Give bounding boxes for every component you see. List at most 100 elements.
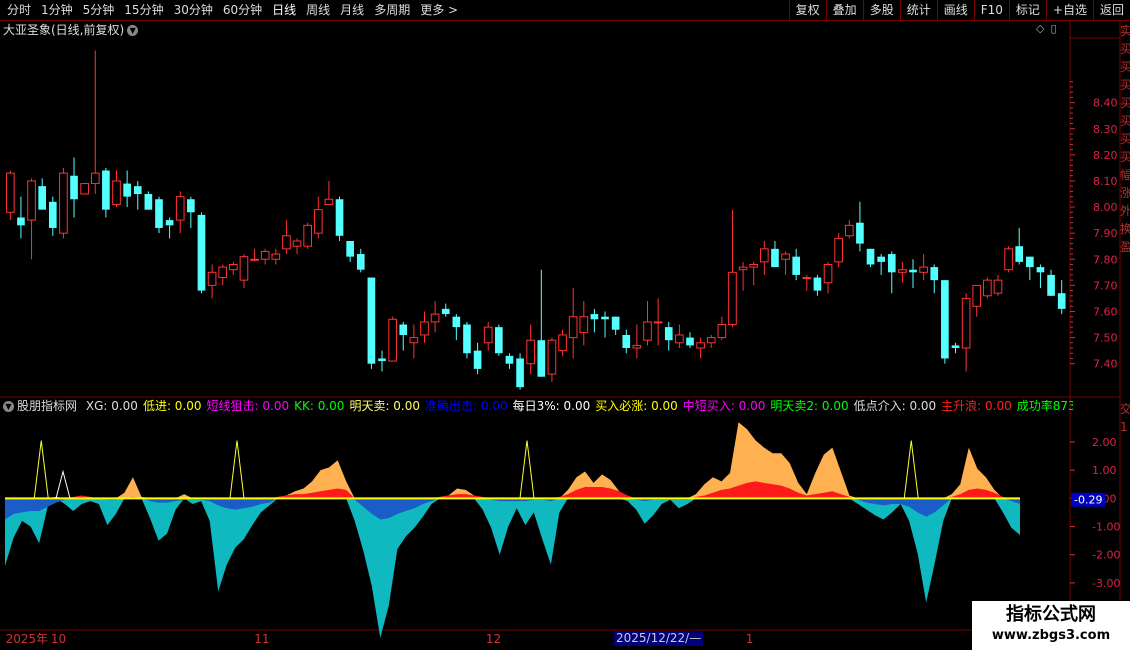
date-cursor-label: 2025/12/22/— bbox=[614, 631, 704, 646]
candle-body bbox=[1004, 248, 1013, 271]
candle-body bbox=[632, 344, 642, 349]
candle-body bbox=[239, 256, 249, 281]
signal-spike bbox=[33, 440, 49, 499]
cyan-negative-area bbox=[5, 498, 1020, 638]
price-chart[interactable]: 7.40 7.50 7.60 7.70 7.80 7.90 8.00 8.10 8.20 8.30… bbox=[0, 0, 1130, 650]
candle-body bbox=[738, 266, 748, 271]
candle-body bbox=[80, 183, 89, 195]
indicator-value-10: 低点介入: 0.00 bbox=[853, 399, 937, 413]
candle-body bbox=[1026, 256, 1034, 268]
date-label: 10 bbox=[50, 632, 67, 646]
candle-body bbox=[102, 170, 110, 210]
candle-body bbox=[909, 269, 917, 273]
watermark: 指标公式网 www.zbgs3.com bbox=[972, 601, 1130, 650]
indicator-value-6: 每日3%: 0.00 bbox=[512, 399, 591, 413]
candle-body bbox=[675, 334, 684, 344]
candle-body bbox=[526, 339, 536, 365]
indicator-tick-label: 2.00 bbox=[1092, 436, 1117, 449]
candle-body bbox=[579, 316, 589, 333]
candle-body bbox=[123, 183, 131, 197]
quote-panel-char: 涨 bbox=[1120, 186, 1130, 200]
candle-body bbox=[898, 269, 907, 273]
candle-body bbox=[961, 297, 971, 349]
quote-panel-char: 买 bbox=[1120, 42, 1130, 56]
price-tick-label: 7.70 bbox=[1093, 279, 1118, 292]
price-tick-label: 8.10 bbox=[1093, 175, 1118, 188]
price-tick-label: 7.80 bbox=[1093, 253, 1118, 266]
candle-body bbox=[356, 254, 365, 270]
candle-body bbox=[547, 339, 557, 375]
price-tick-label: 8.30 bbox=[1093, 123, 1118, 136]
candle-body bbox=[696, 342, 705, 349]
candle-body bbox=[175, 196, 185, 221]
price-tick-label: 7.90 bbox=[1093, 227, 1118, 240]
indicator-value-2: 短线狙击: 0.00 bbox=[206, 399, 290, 413]
quote-panel-char: 1 bbox=[1120, 420, 1128, 434]
date-label: 1 bbox=[745, 632, 754, 646]
candle-body bbox=[17, 217, 25, 226]
candle-body bbox=[452, 316, 461, 328]
candle-body bbox=[887, 254, 896, 273]
indicator-tick-label: 1.00 bbox=[1092, 464, 1117, 477]
signal-spike bbox=[903, 440, 919, 499]
candle-body bbox=[590, 314, 599, 320]
candle-body bbox=[844, 224, 854, 237]
signal-spike bbox=[55, 469, 71, 499]
candle-body bbox=[802, 277, 812, 280]
candle-body bbox=[993, 279, 1003, 294]
price-tick-label: 8.40 bbox=[1093, 97, 1118, 110]
indicator-value-0: XG: 0.00 bbox=[85, 399, 138, 413]
candle-body bbox=[197, 214, 206, 291]
indicator-value-1: 低进: 0.00 bbox=[142, 399, 202, 413]
indicator-value-7: 买入必涨: 0.00 bbox=[595, 399, 678, 413]
candle-body bbox=[229, 263, 238, 271]
candle-body bbox=[399, 324, 408, 335]
candle-body bbox=[59, 172, 68, 234]
candle-body bbox=[516, 358, 524, 388]
quote-panel-char: 买 bbox=[1120, 96, 1130, 110]
candle-body bbox=[601, 316, 609, 320]
candle-body bbox=[877, 256, 885, 262]
date-label: 2025年 bbox=[5, 632, 49, 646]
candle-body bbox=[941, 280, 949, 359]
candle-body bbox=[749, 263, 759, 268]
price-tick-label: 8.00 bbox=[1093, 201, 1118, 214]
candle-body bbox=[823, 263, 833, 284]
candle-body bbox=[505, 355, 514, 364]
candle-body bbox=[260, 250, 270, 260]
candle-body bbox=[537, 340, 546, 377]
candle-body bbox=[430, 313, 440, 323]
current-value-label: -0.29 bbox=[1074, 494, 1102, 507]
candle-body bbox=[568, 316, 578, 339]
quote-panel-char: 盈 bbox=[1120, 240, 1130, 254]
candle-body bbox=[112, 180, 121, 205]
indicator-header: ▼ 股朋指标网 XG: 0.00 低进: 0.00 短线狙击: 0.00 KK: 0.0… bbox=[3, 398, 1073, 414]
candle-body bbox=[38, 186, 46, 210]
candle-body bbox=[1015, 246, 1024, 262]
candle-body bbox=[324, 198, 334, 205]
candle-body bbox=[653, 321, 663, 324]
candle-body bbox=[155, 199, 163, 228]
candle-body bbox=[388, 318, 397, 362]
signal-spike bbox=[229, 440, 245, 499]
indicator-value-8: 中短买入: 0.00 bbox=[682, 399, 766, 413]
candle-body bbox=[420, 321, 429, 336]
candle-body bbox=[133, 186, 142, 195]
candle-body bbox=[856, 222, 864, 244]
quote-panel-char: 换 bbox=[1120, 222, 1130, 236]
candle-body bbox=[483, 326, 493, 344]
candle-body bbox=[218, 266, 228, 279]
chevron-down-icon[interactable]: ▼ bbox=[3, 401, 14, 412]
price-tick-label: 7.40 bbox=[1093, 358, 1118, 371]
red-positive-area bbox=[5, 481, 1020, 499]
indicator-tick-label: -2.00 bbox=[1092, 549, 1120, 562]
candle-body bbox=[728, 271, 737, 326]
candle-body bbox=[187, 199, 195, 213]
indicator-value-4: 明天卖: 0.00 bbox=[349, 399, 421, 413]
candle-body bbox=[686, 337, 694, 346]
candle-body bbox=[664, 327, 673, 341]
candle-body bbox=[930, 267, 939, 281]
signal-spike bbox=[519, 440, 535, 499]
candle-body bbox=[866, 248, 875, 265]
candle-body bbox=[165, 220, 174, 226]
